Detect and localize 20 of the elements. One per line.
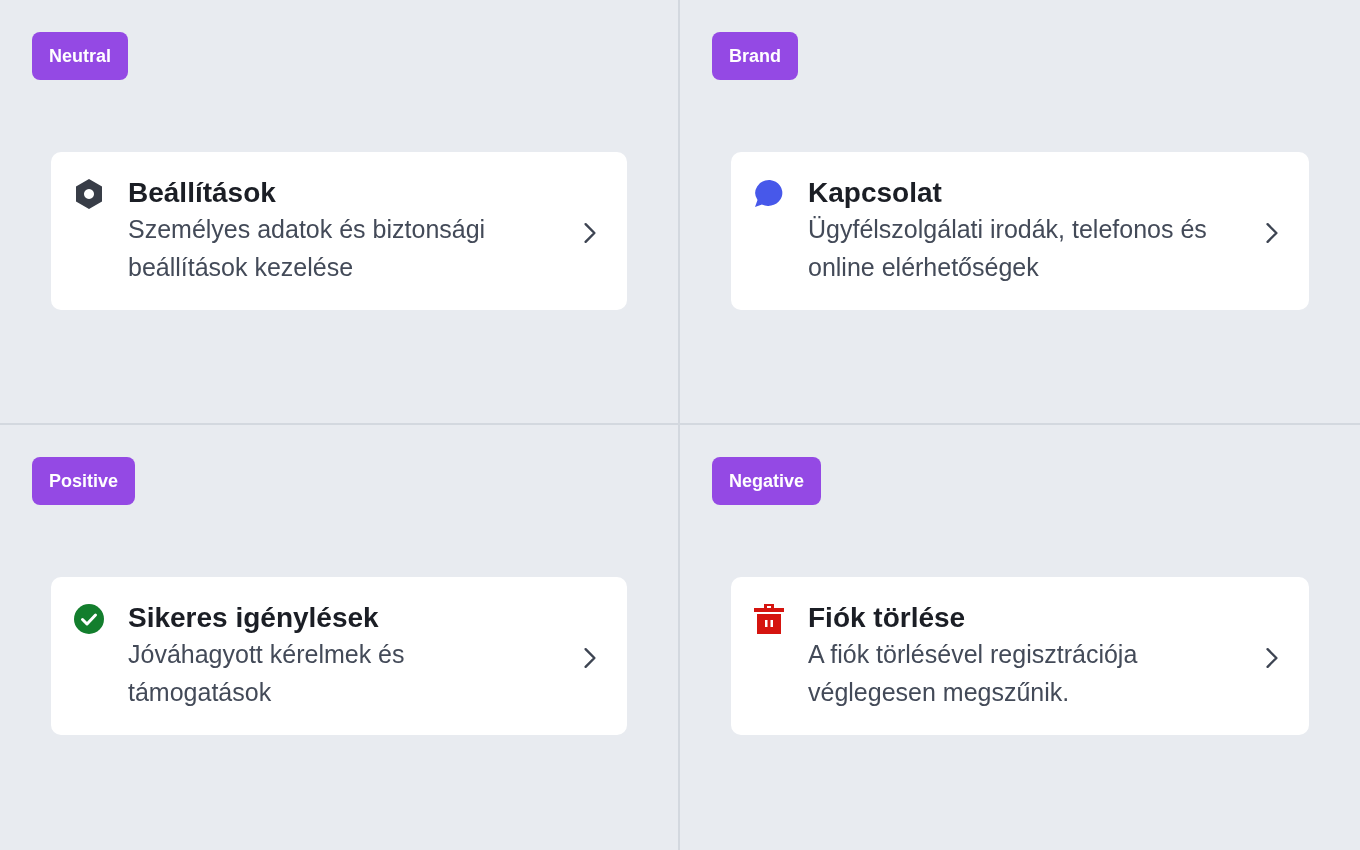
chevron-right-icon: [1265, 222, 1279, 244]
list-item-card[interactable]: Sikeres igénylések Jóváhagyott kérelmek és támogatások: [51, 577, 627, 735]
item-description: Személyes adatok és biztonsági beállítások kezelése: [128, 214, 487, 283]
item-description: Ügyfélszolgálati irodák, telefonos és online elérhetőségek: [808, 214, 1208, 283]
variant-badge: Negative: [712, 457, 822, 505]
chevron-right-icon: [583, 647, 597, 669]
chevron-right-icon: [1265, 647, 1279, 669]
item-title: Kapcsolat: [808, 176, 943, 210]
item-description: A fiók törlésével regisztrációja véglegesen megszűnik.: [808, 639, 1139, 708]
item-title: Beállítások: [128, 176, 277, 210]
variant-badge: Positive: [32, 457, 136, 505]
item-description: Jóváhagyott kérelmek és támogatások: [128, 639, 406, 708]
item-title: Sikeres igénylések: [128, 601, 380, 635]
variant-badge: Brand: [712, 32, 798, 80]
chevron-right-icon: [583, 222, 597, 244]
list-item-card[interactable]: Fiók törlése A fiók törlésével regisztrációja véglegesen megszűnik.: [731, 577, 1309, 735]
item-title: Fiók törlése: [808, 601, 967, 635]
variant-badge: Neutral: [32, 32, 128, 80]
list-item-card[interactable]: Kapcsolat Ügyfélszolgálati irodák, telefonos és online elérhetőségek: [731, 152, 1309, 310]
list-item-card[interactable]: Beállítások Személyes adatok és biztonsági beállítások kezelése: [51, 152, 627, 310]
